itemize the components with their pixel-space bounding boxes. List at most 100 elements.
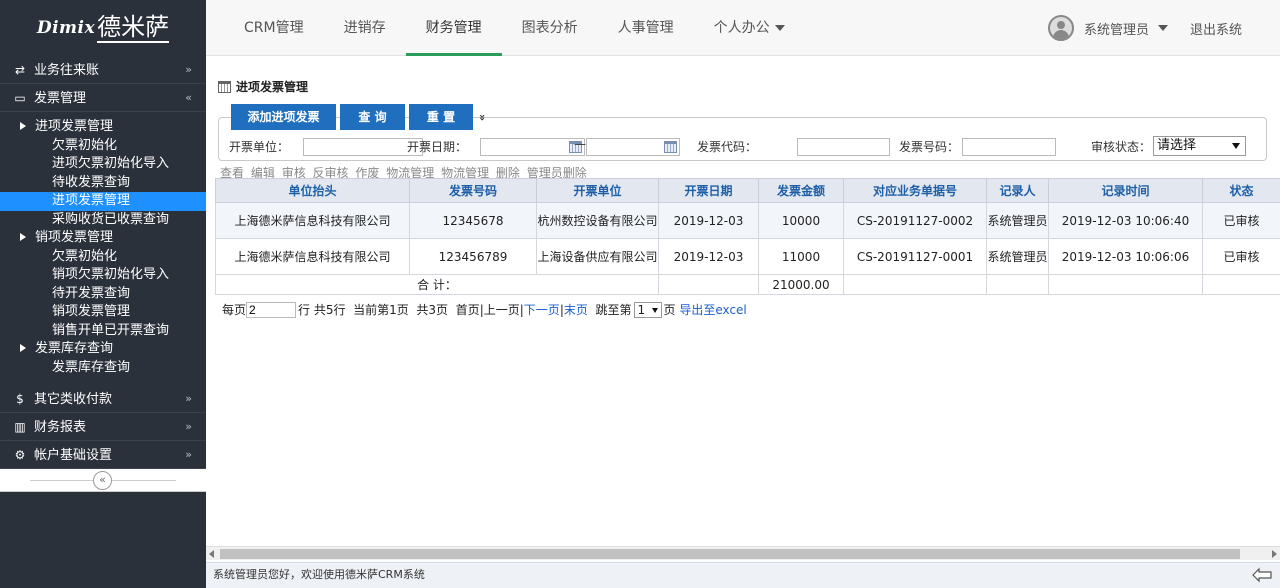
tree-item[interactable]: 销售开单已开票查询: [0, 322, 206, 341]
sidebar-section-label: 发票管理: [34, 91, 87, 106]
col-header[interactable]: 发票金额: [758, 178, 844, 203]
avatar-icon[interactable]: [1047, 15, 1074, 41]
tree-group-input-invoice[interactable]: 进项发票管理: [0, 118, 206, 137]
user-box: 系统管理员 退出系统: [1047, 0, 1280, 56]
jump-page-value: 1: [637, 302, 646, 317]
status-select[interactable]: 请选择: [1153, 136, 1246, 156]
cell-empty: [1202, 274, 1280, 295]
calendar-icon[interactable]: [664, 141, 677, 153]
invoice-table: 单位抬头 发票号码 开票单位 开票日期 发票金额 对应业务单据号 记录人 记录时…: [215, 178, 1280, 295]
tree-item-active[interactable]: 进项发票管理: [0, 192, 206, 211]
gear-icon: ⚙: [14, 448, 26, 462]
col-header[interactable]: 对应业务单据号: [843, 178, 987, 203]
logo-latin: Dimix: [36, 18, 96, 38]
cell-doc-no: CS-20191127-0001: [843, 238, 987, 275]
col-header[interactable]: 开票单位: [536, 178, 659, 203]
sidebar-section-other-payments[interactable]: $ 其它类收付款 »: [0, 385, 206, 413]
unit-input[interactable]: [303, 138, 423, 156]
tree-item[interactable]: 欠票初始化: [0, 137, 206, 156]
total-amount: 21000.00: [758, 274, 844, 295]
cell-empty: [986, 274, 1049, 295]
nav-hr[interactable]: 人事管理: [598, 0, 694, 56]
cell-title: 上海德米萨信息科技有限公司: [215, 202, 410, 239]
status-label: 审核状态：: [1091, 140, 1152, 154]
tree-item[interactable]: 销项欠票初始化导入: [0, 266, 206, 285]
tree-group-label: 发票库存查询: [35, 341, 114, 356]
sidebar-section-invoice-management[interactable]: ▭ 发票管理 «: [0, 84, 206, 112]
reset-button[interactable]: 重 置: [409, 104, 473, 130]
sidebar-section-financial-reports[interactable]: ▥ 财务报表 »: [0, 413, 206, 441]
user-name[interactable]: 系统管理员: [1084, 19, 1149, 38]
sidebar-section-business-accounts[interactable]: ⇄ 业务往来账 »: [0, 56, 206, 84]
bar-chart-icon: ▥: [14, 420, 26, 434]
page-title-text: 进项发票管理: [236, 80, 309, 94]
back-arrow-icon[interactable]: [1252, 567, 1272, 583]
status-bar: 系统管理员您好，欢迎使用德米萨CRM系统: [206, 562, 1280, 588]
nav-personal-office[interactable]: 个人办公: [694, 0, 805, 56]
tree-group-invoice-stock[interactable]: 发票库存查询: [0, 340, 206, 359]
sidebar: ⇄ 业务往来账 » ▭ 发票管理 « 进项发票管理 欠票初始化 进项欠票初始化导入 待收…: [0, 56, 206, 588]
sidebar-collapse-button[interactable]: «: [93, 471, 112, 490]
expand-more-icon[interactable]: »: [476, 113, 489, 120]
table-row[interactable]: 上海德米萨信息科技有限公司 123456789 上海设备供应有限公司 2019-…: [215, 238, 1280, 275]
date-separator: —: [574, 137, 586, 151]
cell-status: 已审核: [1202, 238, 1280, 275]
cell-amount: 11000: [758, 238, 844, 275]
code-label: 发票代码：: [697, 140, 758, 154]
next-page-link[interactable]: 下一页: [524, 301, 560, 318]
scroll-left-icon[interactable]: [209, 550, 214, 558]
scroll-right-icon[interactable]: [1272, 550, 1277, 558]
top-bar: Dimix 德米萨 CRM管理 进销存 财务管理 图表分析 人事管理 个人办公 …: [0, 0, 1280, 56]
nav-finance[interactable]: 财务管理: [405, 0, 502, 56]
scrollbar-thumb[interactable]: [220, 549, 1240, 559]
end-date-input[interactable]: [586, 138, 680, 156]
sidebar-section-account-settings[interactable]: ⚙ 帐户基础设置 »: [0, 441, 206, 469]
cell-status: 已审核: [1202, 202, 1280, 239]
dollar-icon: $: [16, 392, 24, 406]
user-menu-chevron-icon[interactable]: [1157, 25, 1168, 31]
add-invoice-button[interactable]: 添加进项发票: [231, 104, 336, 130]
tree-item[interactable]: 待收发票查询: [0, 174, 206, 193]
sidebar-section-label: 财务报表: [34, 420, 87, 435]
tree-group-output-invoice[interactable]: 销项发票管理: [0, 229, 206, 248]
col-header[interactable]: 状态: [1202, 178, 1280, 203]
tree-item[interactable]: 采购收货已收票查询: [0, 211, 206, 230]
first-page-link[interactable]: 首页: [456, 301, 480, 318]
invoice-code-input[interactable]: [797, 138, 890, 156]
cell-empty: [1048, 274, 1203, 295]
tree-item[interactable]: 欠票初始化: [0, 248, 206, 267]
expand-icon: »: [185, 392, 192, 405]
invoice-number-input[interactable]: [962, 138, 1056, 156]
col-header[interactable]: 记录人: [986, 178, 1049, 203]
nav-crm[interactable]: CRM管理: [224, 0, 324, 56]
col-header[interactable]: 记录时间: [1048, 178, 1203, 203]
logout-link[interactable]: 退出系统: [1190, 19, 1242, 38]
prev-page-link[interactable]: 上一页: [484, 301, 520, 318]
nav-charts[interactable]: 图表分析: [502, 0, 598, 56]
welcome-text: 系统管理员您好，欢迎使用德米萨CRM系统: [213, 568, 425, 581]
cell-invoice-no: 12345678: [409, 202, 537, 239]
page-title: 进项发票管理: [218, 78, 308, 95]
tree-item[interactable]: 销项发票管理: [0, 303, 206, 322]
col-header[interactable]: 单位抬头: [215, 178, 410, 203]
logo: Dimix 德米萨: [0, 0, 206, 56]
nav-inventory[interactable]: 进销存: [324, 0, 406, 56]
query-button[interactable]: 查 询: [340, 104, 405, 130]
chevron-down-icon: [774, 25, 785, 31]
tree-item[interactable]: 发票库存查询: [0, 359, 206, 378]
export-excel-link[interactable]: 导出至excel: [679, 301, 746, 318]
per-page-input[interactable]: [246, 301, 297, 318]
tree-group-label: 进项发票管理: [35, 119, 114, 134]
rows-info: 行 共5行: [298, 303, 346, 317]
last-page-link[interactable]: 末页: [564, 301, 588, 318]
expand-icon: »: [185, 448, 192, 461]
tree-item[interactable]: 进项欠票初始化导入: [0, 155, 206, 174]
tree-item[interactable]: 待开发票查询: [0, 285, 206, 304]
col-header[interactable]: 开票日期: [658, 178, 759, 203]
col-header[interactable]: 发票号码: [409, 178, 537, 203]
jump-page-select[interactable]: 1: [633, 301, 662, 318]
cell-date: 2019-12-03: [658, 238, 759, 275]
start-date-input[interactable]: [480, 138, 585, 156]
horizontal-scrollbar[interactable]: [206, 546, 1280, 560]
table-row[interactable]: 上海德米萨信息科技有限公司 12345678 杭州数控设备有限公司 2019-1…: [215, 202, 1280, 239]
